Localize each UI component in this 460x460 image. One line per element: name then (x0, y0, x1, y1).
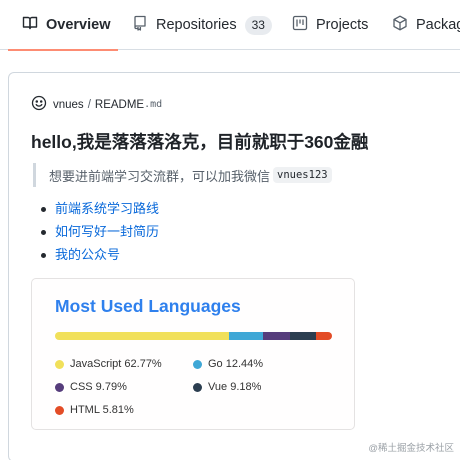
project-icon (292, 15, 316, 35)
readme-blockquote: 想要进前端学习交流群，可以加我微信 vnues123 (33, 163, 332, 187)
readme-heading: hello,我是落落落洛克，目前就职于360金融 (31, 132, 369, 152)
smiley-icon (31, 95, 53, 114)
legend-item-go: Go 12.44% (193, 358, 263, 370)
legend-item-vue: Vue 9.18% (193, 381, 261, 393)
tab-projects-label: Projects (316, 17, 369, 33)
languages-progress-bar (55, 332, 332, 340)
package-icon (392, 15, 416, 35)
legend-label: JavaScript 62.77% (70, 358, 162, 370)
tab-repositories[interactable]: Repositories 33 (132, 0, 272, 50)
readme-link-list: 前端系统学习路线 如何写好一封简历 我的公众号 (40, 199, 159, 268)
tab-overview[interactable]: Overview (8, 0, 118, 51)
watermark: @稀土掘金技术社区 (368, 443, 454, 454)
readme-file-extension: .md (144, 99, 163, 110)
link-resume-guide[interactable]: 如何写好一封简历 (55, 224, 159, 239)
legend-item-css: CSS 9.79% (55, 381, 127, 393)
tab-packages-label: Packages (416, 17, 460, 33)
languages-title: Most Used Languages (55, 296, 241, 316)
readme-file-name[interactable]: README (95, 99, 144, 111)
language-segment-javascript (55, 332, 229, 340)
readme-owner-link[interactable]: vnues (53, 99, 84, 111)
tab-repositories-label: Repositories (156, 17, 237, 33)
repositories-count-badge: 33 (244, 15, 272, 35)
language-segment-css (263, 332, 291, 340)
selected-tab-underline (8, 49, 118, 51)
tab-projects[interactable]: Projects (292, 0, 368, 50)
legend-dot (55, 382, 64, 392)
wechat-id-code: vnues123 (273, 167, 332, 183)
readme-file-path: vnues / README .md (31, 95, 162, 114)
language-segment-vue (290, 332, 316, 340)
blockquote-text: 想要进前端学习交流群，可以加我微信 (49, 168, 271, 184)
legend-label: HTML 5.81% (70, 404, 134, 416)
legend-dot (193, 359, 202, 369)
language-segment-go (228, 332, 264, 340)
tab-overview-label: Overview (46, 17, 111, 33)
legend-label: Go 12.44% (208, 358, 264, 370)
book-icon (22, 15, 46, 35)
legend-label: CSS 9.79% (70, 381, 127, 393)
languages-stats-card: Most Used Languages JavaScript 62.77% Go… (31, 278, 355, 430)
profile-tab-bar: Overview Repositories 33 Projects Packa (0, 0, 460, 51)
path-separator: / (87, 98, 91, 111)
legend-item-html: HTML 5.81% (55, 404, 134, 416)
list-item: 前端系统学习路线 (40, 199, 159, 222)
list-item: 如何写好一封简历 (40, 222, 159, 245)
language-segment-html (315, 332, 332, 340)
list-item: 我的公众号 (40, 245, 159, 268)
repo-icon (132, 15, 156, 35)
readme-card: vnues / README .md hello,我是落落落洛克，目前就职于36… (8, 72, 460, 460)
legend-item-javascript: JavaScript 62.77% (55, 358, 162, 370)
legend-label: Vue 9.18% (208, 381, 262, 393)
legend-dot (55, 405, 64, 415)
link-learning-roadmap[interactable]: 前端系统学习路线 (55, 201, 159, 216)
legend-dot (193, 382, 202, 392)
tab-packages[interactable]: Packages (392, 0, 460, 50)
link-official-account[interactable]: 我的公众号 (55, 247, 120, 262)
legend-dot (55, 359, 64, 369)
